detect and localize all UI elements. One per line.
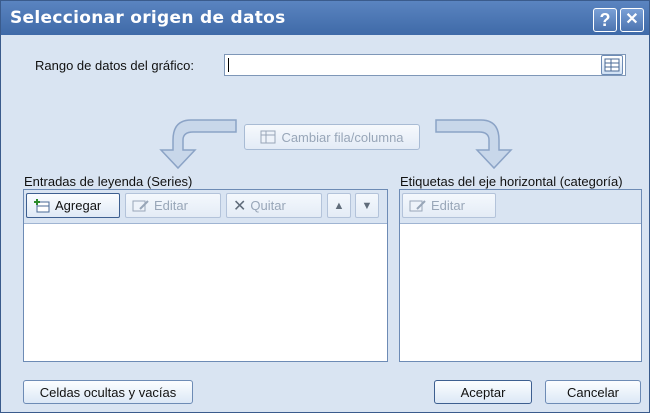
ok-button[interactable]: Aceptar [434, 380, 532, 404]
arrow-left-down-icon [159, 119, 237, 170]
switch-row-column-button[interactable]: Cambiar fila/columna [244, 124, 420, 150]
move-up-button[interactable]: ▲ [327, 193, 351, 218]
legend-entries-title: Entradas de leyenda (Series) [24, 174, 193, 189]
help-button[interactable]: ? [593, 8, 617, 32]
remove-icon: ✕ [233, 197, 247, 215]
remove-series-button[interactable]: ✕ Quitar [226, 193, 322, 218]
dialog-title: Seleccionar origen de datos [10, 8, 286, 28]
add-series-icon [34, 198, 50, 212]
collapse-range-button[interactable] [601, 55, 623, 75]
hidden-empty-cells-button[interactable]: Celdas ocultas y vacías [23, 380, 193, 404]
edit-axis-labels-label: Editar [431, 198, 465, 213]
arrow-down-icon: ▼ [361, 199, 373, 212]
arrow-right-down-icon [435, 119, 513, 170]
switch-row-column-label: Cambiar fila/columna [281, 129, 404, 145]
axis-labels-title: Etiquetas del eje horizontal (categoría) [400, 174, 623, 189]
legend-entries-panel: Agregar Editar ✕ Quitar ▲ ▼ [23, 189, 388, 362]
cancel-button[interactable]: Cancelar [545, 380, 641, 404]
title-bar: Seleccionar origen de datos ? ✕ [1, 1, 649, 35]
ok-label: Aceptar [460, 384, 506, 400]
hidden-empty-cells-label: Celdas ocultas y vacías [39, 384, 177, 400]
range-selector-icon [604, 58, 620, 72]
close-button[interactable]: ✕ [620, 8, 644, 32]
edit-axis-labels-button[interactable]: Editar [402, 193, 496, 218]
cancel-label: Cancelar [566, 384, 620, 400]
edit-series-label: Editar [154, 198, 188, 213]
axis-labels-panel: Editar [399, 189, 642, 362]
switch-row-column-icon [260, 130, 276, 144]
edit-series-button[interactable]: Editar [125, 193, 221, 218]
edit-icon [132, 199, 149, 211]
chart-data-range-input[interactable] [224, 54, 626, 76]
axis-toolbar: Editar [400, 190, 641, 224]
text-caret [228, 58, 229, 72]
move-down-button[interactable]: ▼ [355, 193, 379, 218]
add-series-label: Agregar [55, 198, 102, 213]
remove-series-label: Quitar [250, 198, 286, 213]
edit-icon [409, 199, 426, 211]
add-series-button[interactable]: Agregar [26, 193, 120, 218]
arrow-up-icon: ▲ [333, 199, 345, 212]
legend-toolbar: Agregar Editar ✕ Quitar ▲ ▼ [24, 190, 387, 224]
range-label: Rango de datos del gráfico: [35, 58, 194, 73]
select-data-source-dialog: Seleccionar origen de datos ? ✕ Rango de… [0, 0, 650, 413]
